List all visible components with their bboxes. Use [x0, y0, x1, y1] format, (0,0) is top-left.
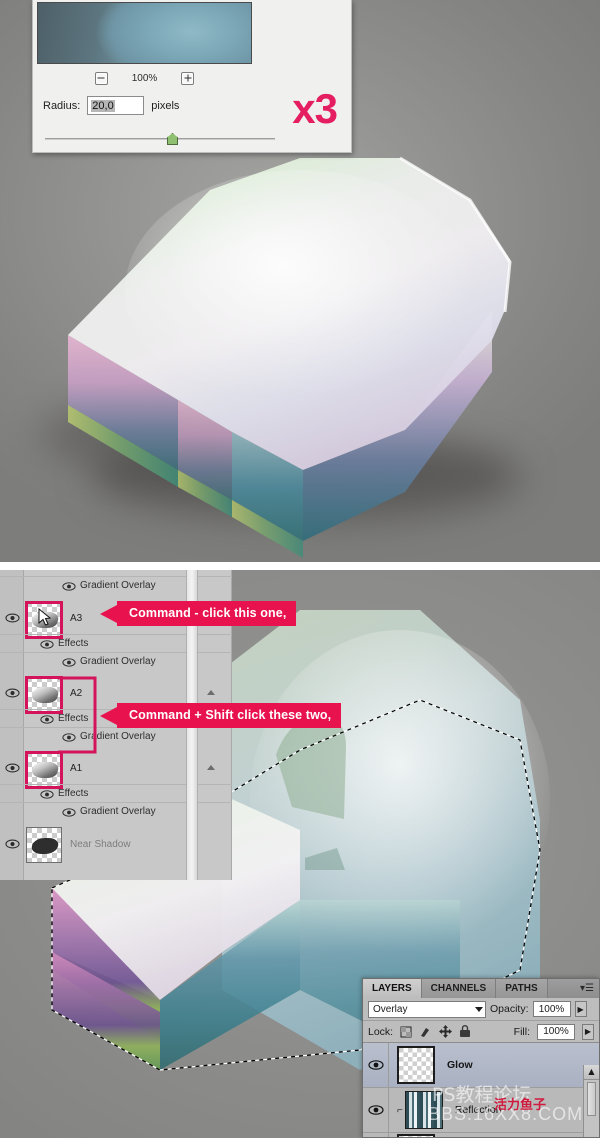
eye-icon[interactable] — [62, 807, 76, 818]
clipping-mask-icon: ⌐ — [397, 1104, 403, 1116]
radius-label: Radius: — [43, 99, 81, 112]
callout-command-click: Command - click this one, — [100, 601, 297, 626]
fill-label: Fill: — [513, 1025, 530, 1038]
callout-text: Command + Shift click these two, — [129, 708, 332, 722]
eye-icon[interactable] — [5, 838, 20, 850]
lock-all-icon[interactable] — [459, 1025, 471, 1038]
sublayer-label: Effects — [58, 638, 89, 649]
cursor-pointer-icon — [38, 608, 52, 626]
callout-command-shift-click: Command + Shift click these two, — [100, 703, 342, 728]
tab-paths[interactable]: PATHS — [496, 979, 548, 998]
eye-icon[interactable] — [5, 687, 20, 699]
layer-thumbnail[interactable] — [26, 827, 62, 863]
eye-icon[interactable] — [367, 1059, 384, 1071]
image-divider — [0, 562, 600, 570]
callout-arrow-icon — [100, 604, 117, 623]
scroll-thumb[interactable] — [587, 1082, 596, 1116]
layer-thumbnail[interactable] — [26, 601, 62, 637]
panel-scrollbar[interactable]: ▲ — [583, 1065, 599, 1137]
layer-name: A3 — [70, 613, 83, 624]
scroll-up-icon[interactable]: ▲ — [584, 1065, 599, 1080]
zoom-level-label: 100% — [131, 72, 158, 84]
layer-name: Glow — [447, 1059, 473, 1071]
visibility-cell[interactable] — [363, 1133, 389, 1137]
sublayer-label: Effects — [58, 788, 89, 799]
radius-input[interactable]: 20,0 — [87, 96, 145, 115]
panel-row-partial[interactable] — [363, 1133, 599, 1137]
blur-preview-thumbnail[interactable] — [37, 2, 252, 64]
lock-label: Lock: — [368, 1025, 394, 1038]
fill-input[interactable]: 100% — [537, 1023, 575, 1040]
layer-thumbnail[interactable] — [404, 1091, 443, 1129]
layer-name: Reflection — [454, 1104, 502, 1116]
eye-icon[interactable] — [62, 581, 76, 592]
callout-arrow-icon — [100, 706, 117, 725]
tab-channels[interactable]: CHANNELS — [421, 979, 497, 998]
opacity-stepper-icon[interactable]: ▶ — [574, 1001, 587, 1017]
panel-row-reflection[interactable]: ⌐ Reflection — [363, 1088, 599, 1133]
layer-thumbnail[interactable] — [397, 1133, 435, 1137]
eye-icon[interactable] — [40, 639, 54, 650]
opacity-input[interactable]: 100% — [532, 1001, 571, 1017]
preview-zoom-controls: 100% — [37, 68, 252, 88]
panel-menu-icon[interactable]: ▾☰ — [580, 983, 594, 994]
lock-row: Lock: Fill: 100% ▶ — [363, 1021, 599, 1043]
layers-panel[interactable]: LAYERS CHANNELS PATHS ▾☰ Overlay Opacity… — [362, 978, 600, 1138]
lock-position-icon[interactable] — [439, 1025, 453, 1038]
eye-icon[interactable] — [40, 714, 54, 725]
top-canvas: 100% Radius: 20,0 pixels x3 — [0, 0, 600, 562]
zoom-out-icon[interactable] — [94, 71, 108, 85]
expand-caret-icon[interactable] — [207, 765, 215, 770]
lock-transparent-icon[interactable] — [400, 1026, 412, 1038]
repeat-badge: x3 — [292, 85, 338, 132]
gaussian-blur-dialog[interactable]: 100% Radius: 20,0 pixels x3 — [32, 0, 352, 153]
layer-thumbnail[interactable] — [397, 1046, 435, 1084]
blend-row: Overlay Opacity: 100% ▶ — [363, 998, 599, 1021]
eye-icon[interactable] — [367, 1104, 384, 1116]
radius-slider[interactable] — [45, 133, 275, 145]
tutorial-image: 100% Radius: 20,0 pixels x3 Gradient Ove… — [0, 0, 600, 1138]
radius-units-label: pixels — [151, 99, 180, 112]
radius-input-value: 20,0 — [91, 99, 115, 112]
eye-icon[interactable] — [5, 612, 20, 624]
visibility-cell[interactable] — [363, 1088, 389, 1132]
fill-stepper-icon[interactable]: ▶ — [582, 1023, 594, 1040]
thumbnail-art — [30, 838, 60, 854]
panel-layer-rows: Glow ⌐ Reflection — [363, 1043, 599, 1137]
opacity-label: Opacity: — [490, 1003, 529, 1015]
panel-tabs: LAYERS CHANNELS PATHS ▾☰ — [363, 979, 599, 998]
eye-icon[interactable] — [62, 657, 76, 668]
radius-row: Radius: 20,0 pixels — [43, 96, 179, 115]
zoom-in-icon[interactable] — [181, 71, 195, 85]
sublayer-label: Gradient Overlay — [80, 806, 156, 817]
slider-track — [45, 138, 275, 140]
eye-icon[interactable] — [40, 789, 54, 800]
blend-mode-select[interactable]: Overlay — [368, 1000, 486, 1018]
expand-caret-icon[interactable] — [207, 690, 215, 695]
eye-icon[interactable] — [5, 762, 20, 774]
blend-mode-value: Overlay — [373, 1003, 408, 1015]
chevron-down-icon[interactable] — [475, 1006, 483, 1012]
sublayer-label: Gradient Overlay — [80, 580, 156, 591]
visibility-cell[interactable] — [363, 1043, 389, 1087]
slider-handle[interactable] — [167, 133, 178, 145]
sublayer-label: Gradient Overlay — [80, 656, 156, 667]
tab-layers[interactable]: LAYERS — [363, 979, 422, 998]
layer-name: Near Shadow — [70, 839, 131, 850]
panel-row-glow[interactable]: Glow — [363, 1043, 599, 1088]
lock-image-icon[interactable] — [419, 1025, 432, 1038]
callout-text: Command - click this one, — [129, 606, 287, 620]
